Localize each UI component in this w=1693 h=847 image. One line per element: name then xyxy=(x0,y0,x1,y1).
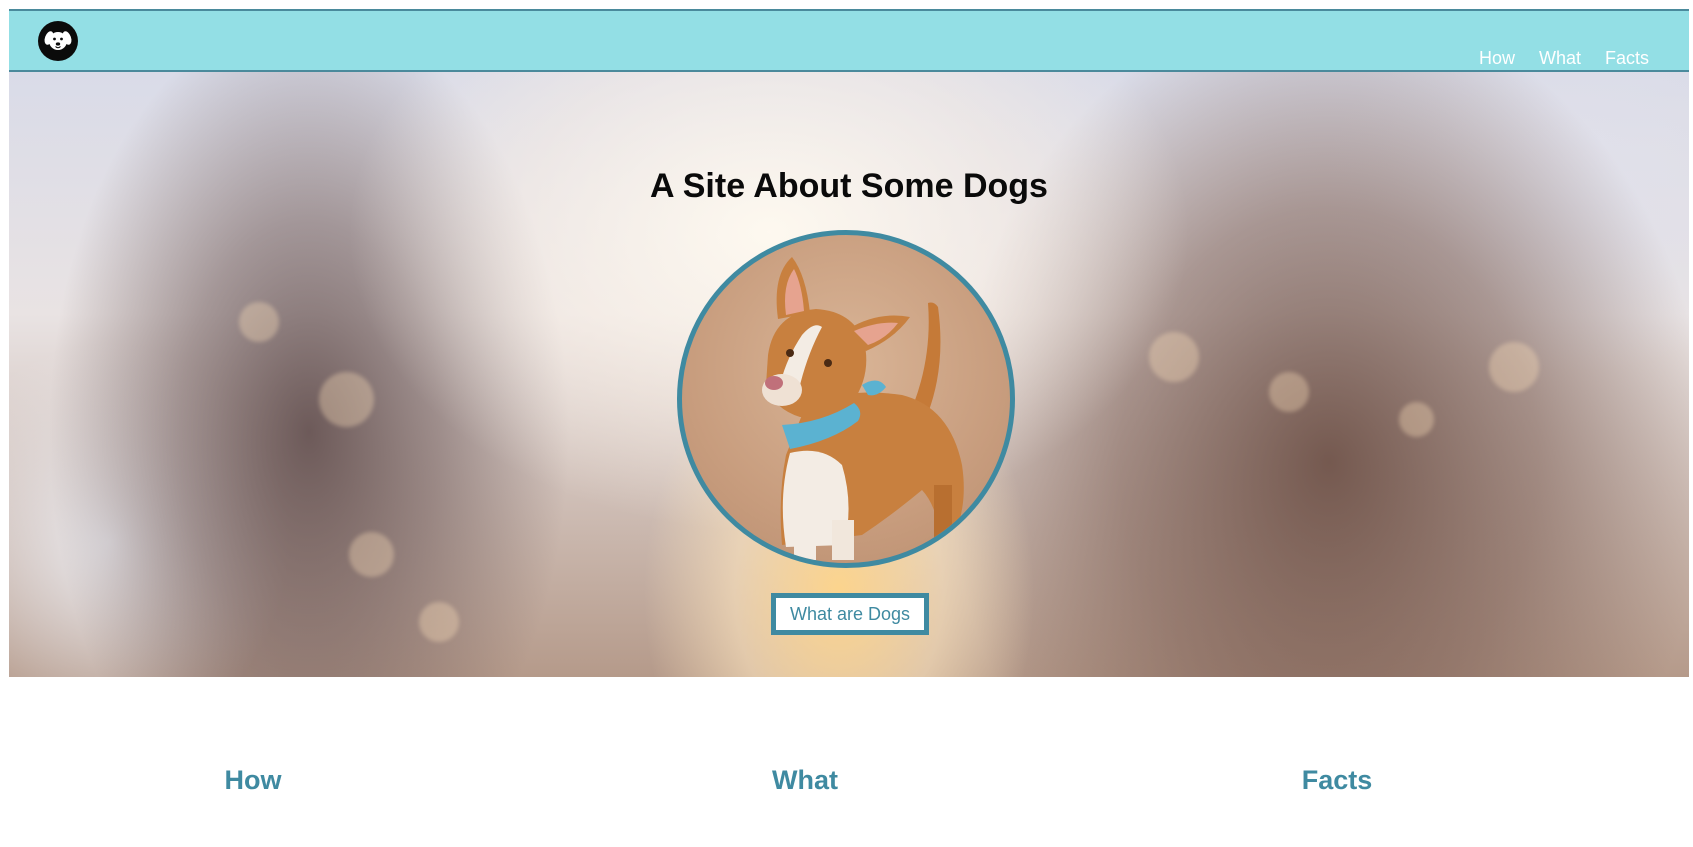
section-heading-how: How xyxy=(224,765,282,795)
dog-photo xyxy=(677,230,1015,568)
what-are-dogs-button[interactable]: What are Dogs xyxy=(771,593,929,635)
section-heading-what: What xyxy=(772,765,838,795)
bokeh-light xyxy=(319,372,374,427)
section-heading-facts: Facts xyxy=(1301,765,1373,795)
hero-section: A Site About Some Dogs What are Dogs xyxy=(9,72,1689,677)
nav-link-facts[interactable]: Facts xyxy=(1605,49,1649,67)
page: How What Facts A Site About Some Dogs Wh… xyxy=(9,9,1689,839)
bokeh-light xyxy=(1489,342,1539,392)
bokeh-light xyxy=(349,532,394,577)
dog-logo-icon[interactable] xyxy=(38,21,78,61)
bokeh-light xyxy=(1149,332,1199,382)
dog-illustration xyxy=(762,257,964,560)
info-sections: How What Facts xyxy=(9,677,1689,847)
nav-link-how[interactable]: How xyxy=(1479,49,1515,67)
bokeh-light xyxy=(1269,372,1309,412)
dog-face-icon xyxy=(44,31,72,50)
top-navbar: How What Facts xyxy=(9,9,1689,72)
bokeh-light xyxy=(239,302,279,342)
nav-link-what[interactable]: What xyxy=(1539,49,1581,67)
bokeh-light xyxy=(1399,402,1434,437)
page-title: A Site About Some Dogs xyxy=(650,167,1048,205)
main-nav: How What Facts xyxy=(1455,49,1649,67)
bokeh-light xyxy=(419,602,459,642)
